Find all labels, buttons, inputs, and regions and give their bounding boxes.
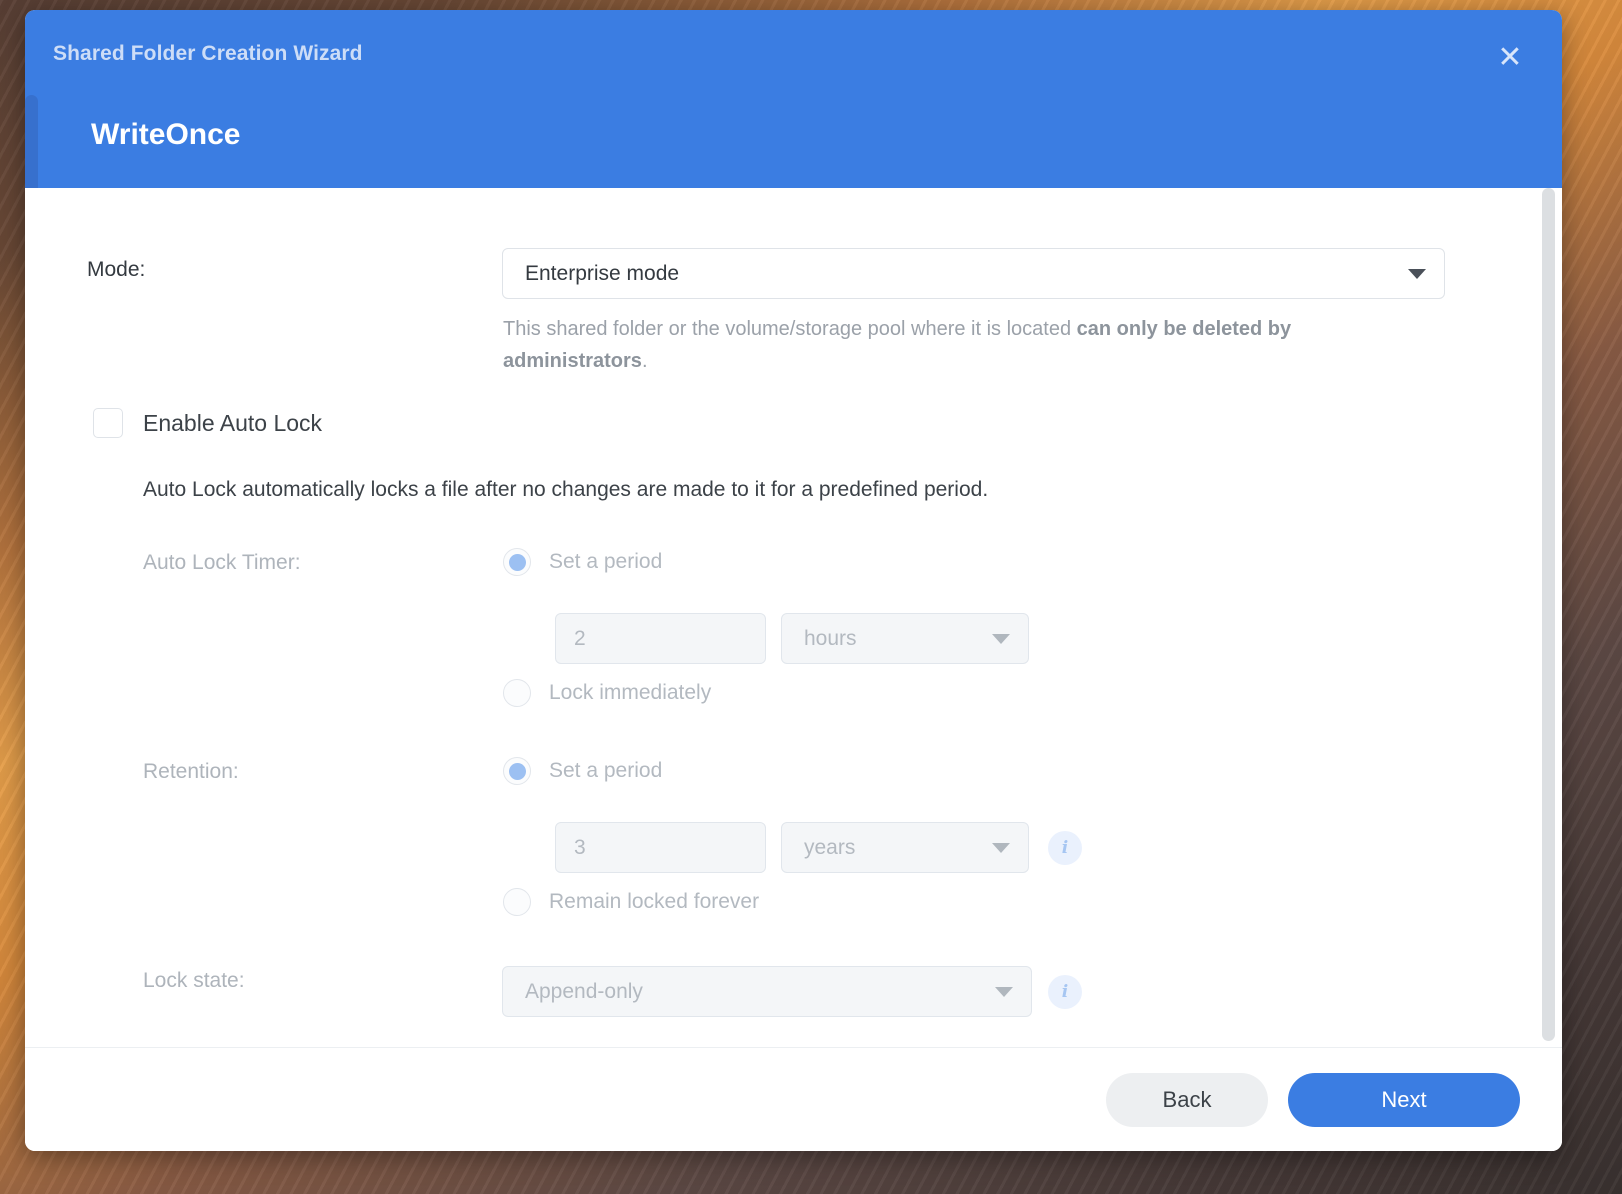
auto-lock-timer-unit-value: hours bbox=[804, 627, 857, 651]
scrollbar-thumb[interactable] bbox=[1542, 188, 1555, 1041]
shared-folder-creation-wizard-dialog: Shared Folder Creation Wizard WriteOnce … bbox=[25, 10, 1562, 1151]
back-button[interactable]: Back bbox=[1106, 1073, 1268, 1127]
close-icon[interactable]: ✕ bbox=[1490, 38, 1530, 78]
mode-description: This shared folder or the volume/storage… bbox=[503, 313, 1428, 378]
retention-unit-value: years bbox=[804, 836, 855, 860]
auto-lock-timer-period-radio[interactable] bbox=[503, 548, 531, 576]
retention-set-period-option[interactable]: Set a period bbox=[503, 757, 662, 785]
retention-period-label: Set a period bbox=[549, 759, 662, 783]
retention-label-row: Retention: bbox=[143, 760, 239, 784]
auto-lock-timer-label-row: Auto Lock Timer: bbox=[143, 551, 301, 575]
chevron-down-icon bbox=[992, 634, 1010, 644]
mode-description-suffix: . bbox=[642, 350, 648, 372]
retention-forever-option[interactable]: Remain locked forever bbox=[503, 888, 759, 916]
auto-lock-timer-unit-select[interactable]: hours bbox=[781, 613, 1029, 664]
scrollbar-track[interactable] bbox=[1542, 188, 1555, 1047]
enable-auto-lock-label: Enable Auto Lock bbox=[143, 410, 322, 437]
retention-label: Retention: bbox=[143, 760, 239, 784]
retention-forever-radio[interactable] bbox=[503, 888, 531, 916]
lock-state-label-row: Lock state: bbox=[143, 969, 245, 993]
lock-state-value: Append-only bbox=[525, 980, 643, 1004]
shared-folder-name: WriteOnce bbox=[91, 118, 241, 152]
chevron-down-icon bbox=[992, 843, 1010, 853]
lock-state-select[interactable]: Append-only bbox=[502, 966, 1032, 1017]
retention-period-radio[interactable] bbox=[503, 757, 531, 785]
mode-label: Mode: bbox=[87, 258, 145, 282]
chevron-down-icon bbox=[995, 987, 1013, 997]
auto-lock-timer-immediate-label: Lock immediately bbox=[549, 681, 711, 705]
retention-info-icon[interactable]: i bbox=[1048, 831, 1082, 865]
auto-lock-timer-set-period-option[interactable]: Set a period bbox=[503, 548, 662, 576]
mode-row: Mode: bbox=[87, 258, 145, 282]
auto-lock-timer-period-label: Set a period bbox=[549, 550, 662, 574]
auto-lock-timer-label: Auto Lock Timer: bbox=[143, 551, 301, 575]
mode-select[interactable]: Enterprise mode bbox=[502, 248, 1445, 299]
auto-lock-description: Auto Lock automatically locks a file aft… bbox=[143, 478, 988, 502]
retention-value: 3 bbox=[574, 836, 586, 860]
lock-state-info-icon[interactable]: i bbox=[1048, 975, 1082, 1009]
retention-unit-select[interactable]: years bbox=[781, 822, 1029, 873]
auto-lock-timer-immediate-radio[interactable] bbox=[503, 679, 531, 707]
mode-select-value: Enterprise mode bbox=[525, 262, 679, 286]
dialog-body: Mode: Enterprise mode This shared folder… bbox=[25, 188, 1562, 1047]
chevron-down-icon bbox=[1408, 269, 1426, 279]
retention-value-input[interactable]: 3 bbox=[555, 822, 766, 873]
auto-lock-timer-value-input[interactable]: 2 bbox=[555, 613, 766, 664]
wizard-title: Shared Folder Creation Wizard bbox=[53, 42, 363, 66]
scrollbar-thumb-header-segment[interactable] bbox=[25, 95, 38, 188]
auto-lock-timer-value: 2 bbox=[574, 627, 586, 651]
dialog-header: Shared Folder Creation Wizard WriteOnce … bbox=[25, 10, 1562, 188]
lock-state-label: Lock state: bbox=[143, 969, 245, 993]
auto-lock-timer-immediate-option[interactable]: Lock immediately bbox=[503, 679, 711, 707]
mode-description-prefix: This shared folder or the volume/storage… bbox=[503, 318, 1077, 340]
dialog-footer: Back Next bbox=[25, 1047, 1562, 1151]
retention-forever-label: Remain locked forever bbox=[549, 890, 759, 914]
enable-auto-lock-row[interactable]: Enable Auto Lock bbox=[93, 408, 322, 438]
enable-auto-lock-checkbox[interactable] bbox=[93, 408, 123, 438]
next-button[interactable]: Next bbox=[1288, 1073, 1520, 1127]
